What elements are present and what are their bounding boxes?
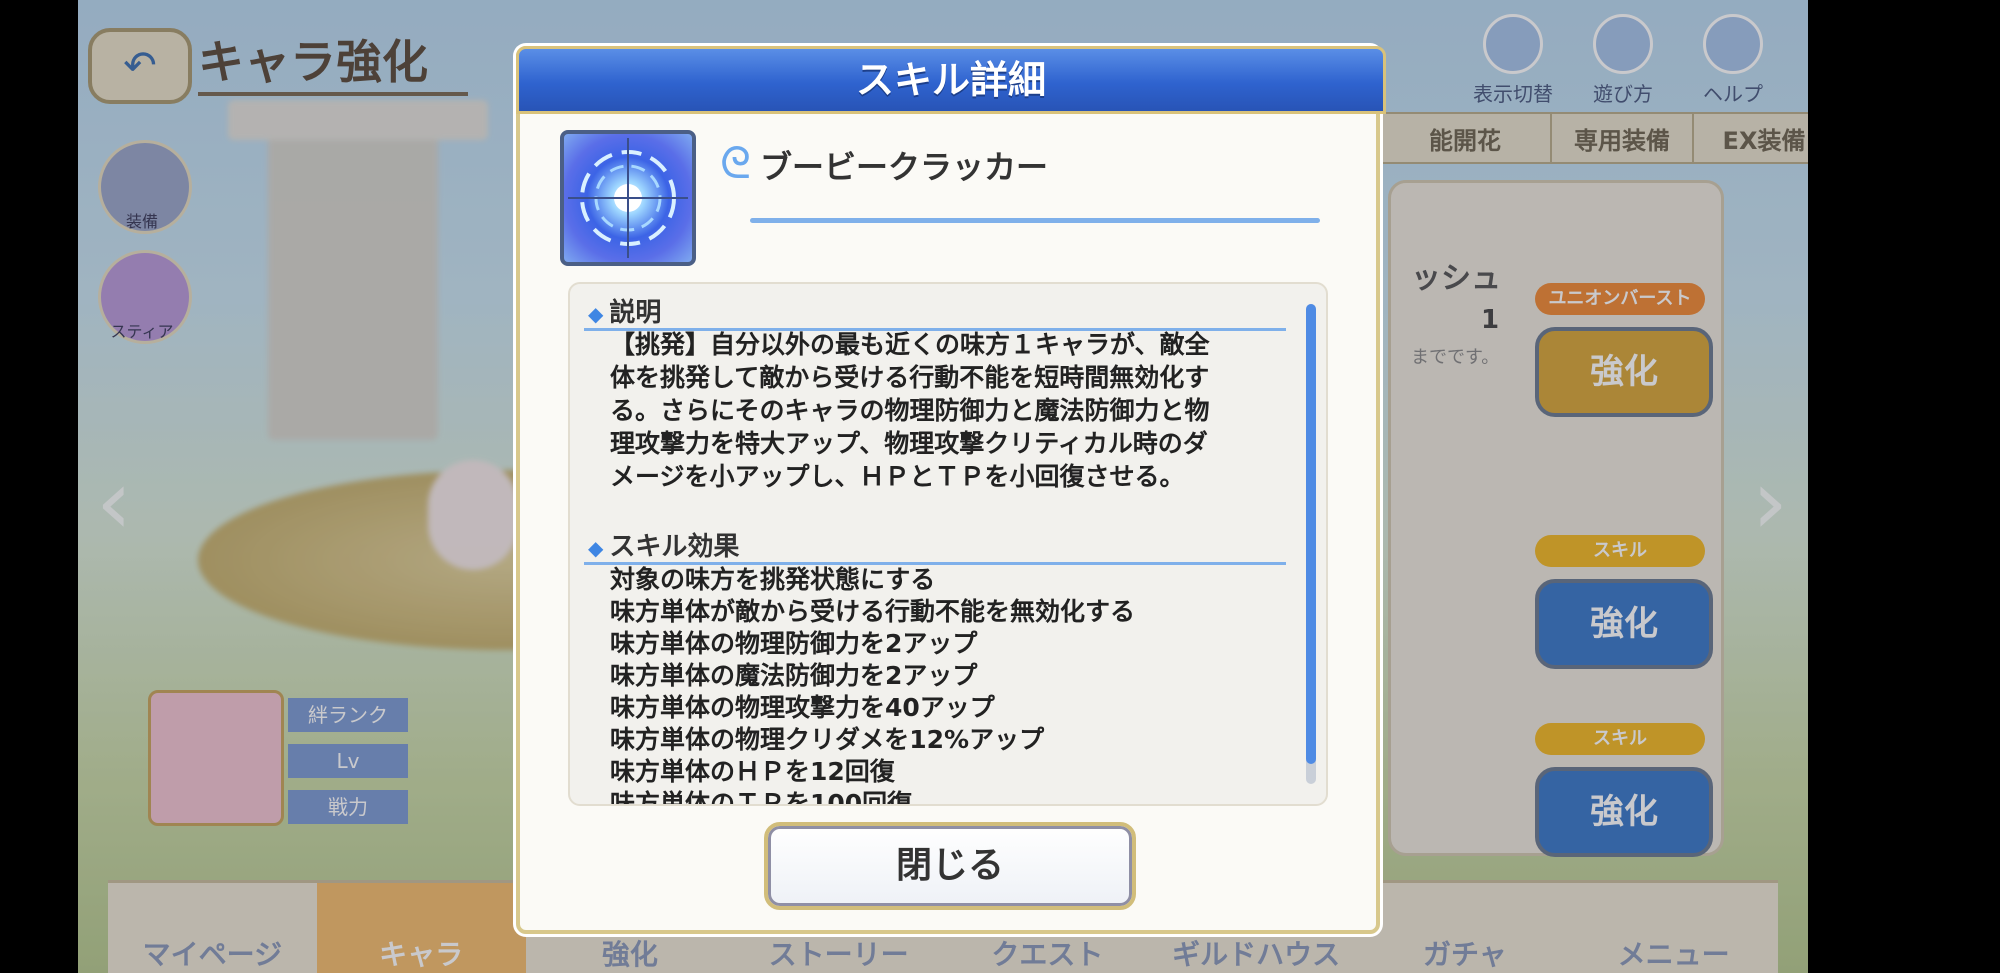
effects-heading-label: スキル効果: [609, 532, 740, 562]
effect-item: 味方単体の物理クリダメを12%アップ: [610, 725, 1045, 754]
diamond-bullet-icon: ◆: [588, 536, 604, 560]
effect-item: 対象の味方を挑発状態にする: [610, 565, 936, 594]
effect-item: 味方単体の魔法防御力を2アップ: [610, 661, 978, 690]
scrollbar[interactable]: [1306, 304, 1316, 784]
skill-detail-dialog: スキル詳細 ᘓ ブービークラッカー ◆ 説明 【挑発】自分以外の最も近くの味方１キ…: [516, 46, 1386, 934]
description-line: メージを小アップし、ＨＰとＴＰを小回復させる。: [610, 462, 1185, 491]
description-text: 【挑発】自分以外の最も近くの味方１キャラが、敵全 体を挑発して敵から受ける行動不…: [610, 328, 1290, 493]
scrollbar-thumb[interactable]: [1306, 304, 1316, 764]
effects-list: 対象の味方を挑発状態にする 味方単体が敵から受ける行動不能を無効化する 味方単体…: [610, 564, 1290, 806]
skill-vortex-icon: [560, 130, 696, 266]
description-line: る。さらにそのキャラの物理防御力と魔法防御力と物: [610, 396, 1210, 425]
description-line: 理攻撃力を特大アップ、物理攻撃クリティカル時のダ: [610, 429, 1208, 458]
effects-heading: ◆ スキル効果: [588, 526, 739, 563]
effect-item: 味方単体のＨＰを12回復: [610, 757, 895, 786]
description-heading-label: 説明: [609, 298, 662, 328]
effect-item: 味方単体の物理攻撃力を40アップ: [610, 693, 995, 722]
close-button[interactable]: 閉じる: [764, 822, 1136, 910]
effect-item: 味方単体が敵から受ける行動不能を無効化する: [610, 597, 1136, 626]
description-heading: ◆ 説明: [588, 292, 661, 329]
skill-name-header: ᘓ ブービークラッカー: [720, 130, 1320, 230]
skill-name: ブービークラッカー: [760, 148, 1049, 186]
description-line: 体を挑発して敵から受ける行動不能を短時間無効化す: [610, 363, 1210, 392]
effect-item: 味方単体の物理防御力を2アップ: [610, 629, 978, 658]
dialog-title: スキル詳細: [516, 46, 1386, 114]
skill-description-box[interactable]: ◆ 説明 【挑発】自分以外の最も近くの味方１キャラが、敵全 体を挑発して敵から受け…: [568, 282, 1328, 806]
skill-name-underline: [750, 218, 1320, 223]
swirl-ornament-icon: ᘓ: [720, 138, 751, 189]
description-line: 【挑発】自分以外の最も近くの味方１キャラが、敵全: [610, 330, 1210, 359]
effect-item: 味方単体のＴＰを100回復: [610, 789, 913, 806]
diamond-bullet-icon: ◆: [588, 302, 604, 326]
